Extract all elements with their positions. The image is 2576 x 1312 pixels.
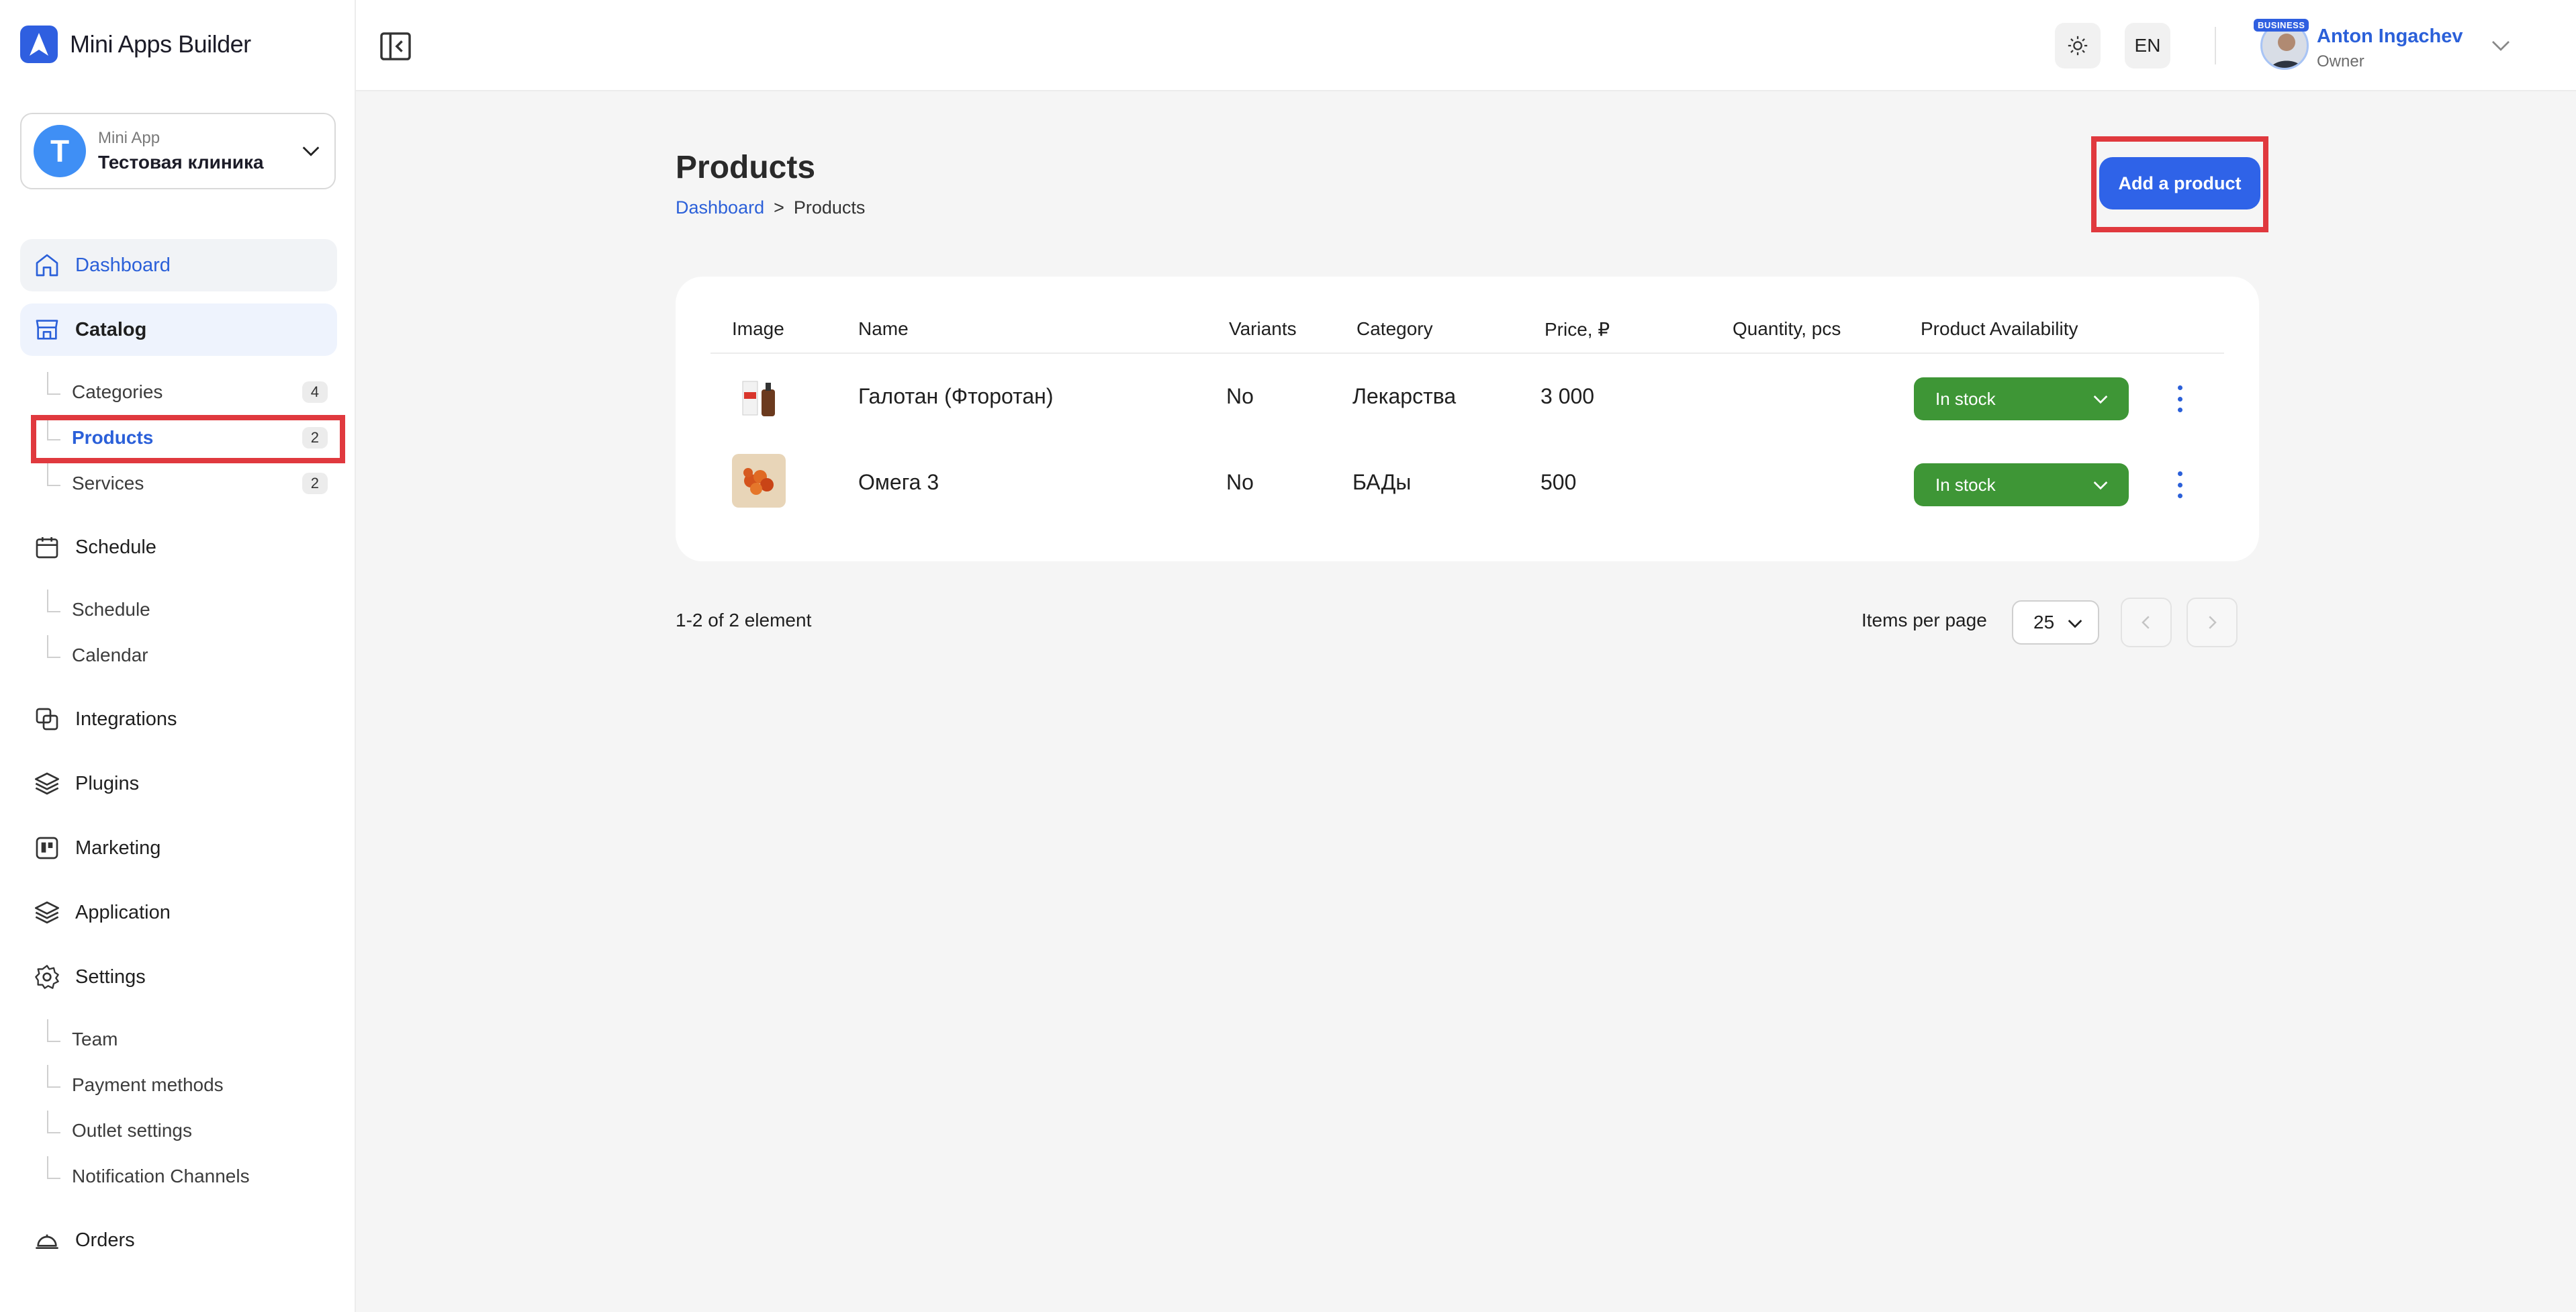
sidebar-item-schedule[interactable]: Schedule xyxy=(39,590,328,630)
divider xyxy=(2215,27,2216,64)
language-button[interactable]: EN xyxy=(2125,23,2170,68)
chevron-right-icon xyxy=(2209,616,2217,629)
column-header-variants: Variants xyxy=(1229,318,1297,339)
product-variants: No xyxy=(1226,384,1254,408)
breadcrumb-dashboard-link[interactable]: Dashboard xyxy=(676,197,764,218)
sun-icon xyxy=(2068,36,2088,56)
product-name[interactable]: Омега 3 xyxy=(858,470,939,495)
board-icon xyxy=(32,833,62,863)
nav-catalog[interactable]: Catalog xyxy=(20,303,337,356)
column-header-quantity: Quantity, pcs xyxy=(1733,318,1841,339)
user-name[interactable]: Anton Ingachev xyxy=(2317,26,2463,48)
breadcrumb-separator: > xyxy=(774,197,784,218)
row-actions-menu-icon[interactable] xyxy=(2172,385,2188,412)
sidebar-item-team[interactable]: Team xyxy=(39,1019,328,1060)
app-kind: Mini App xyxy=(98,129,160,147)
product-image[interactable] xyxy=(732,454,786,508)
nav-plugins[interactable]: Plugins xyxy=(20,757,337,810)
previous-page-button[interactable] xyxy=(2121,598,2172,647)
sidebar-item-outlet-settings[interactable]: Outlet settings xyxy=(39,1111,328,1151)
nav-dashboard[interactable]: Dashboard xyxy=(20,239,337,291)
calendar-icon xyxy=(32,532,62,562)
app-name: Тестовая клиника xyxy=(98,152,264,173)
divider xyxy=(710,353,2224,354)
nav-application[interactable]: Application xyxy=(20,886,337,939)
nav-marketing[interactable]: Marketing xyxy=(20,822,337,874)
theme-toggle-button[interactable] xyxy=(2055,23,2101,68)
chevron-down-icon xyxy=(2068,620,2082,628)
product-image[interactable] xyxy=(732,372,786,426)
breadcrumb-current: Products xyxy=(793,197,866,218)
product-category: БАДы xyxy=(1352,470,1412,494)
next-page-button[interactable] xyxy=(2187,598,2238,647)
row-actions-menu-icon[interactable] xyxy=(2172,471,2188,498)
nav-settings[interactable]: Settings xyxy=(20,951,337,1003)
product-category: Лекарства xyxy=(1352,384,1457,408)
brand-name: Mini Apps Builder xyxy=(70,30,251,58)
column-header-price: Price, ₽ xyxy=(1545,319,1610,340)
column-header-name: Name xyxy=(858,318,909,339)
sidebar: Mini Apps Builder T Mini App Тестовая кл… xyxy=(0,0,356,1312)
chevron-down-icon xyxy=(2093,481,2108,490)
top-bar: EN BUSINESS Anton Ingachev Owner xyxy=(356,0,2576,91)
count-badge: 2 xyxy=(302,473,328,494)
chevron-down-icon xyxy=(302,146,320,156)
brand-logo[interactable]: Mini Apps Builder xyxy=(20,26,251,63)
sidebar-item-payment-methods[interactable]: Payment methods xyxy=(39,1065,328,1105)
column-header-availability: Product Availability xyxy=(1921,318,2078,339)
gear-icon xyxy=(32,962,62,992)
add-product-button[interactable]: Add a product xyxy=(2099,157,2260,209)
logo-icon xyxy=(20,26,58,63)
home-icon xyxy=(32,250,62,280)
page-title: Products xyxy=(676,150,816,185)
availability-select[interactable]: In stock xyxy=(1914,377,2129,420)
sidebar-item-notification-channels[interactable]: Notification Channels xyxy=(39,1156,328,1197)
products-table: Image Name Variants Category Price, ₽ Qu… xyxy=(676,277,2259,561)
sidebar-item-categories[interactable]: Categories 4 xyxy=(39,372,328,412)
items-per-page-select[interactable]: 25 xyxy=(2012,600,2099,645)
availability-select[interactable]: In stock xyxy=(1914,463,2129,506)
nav-orders[interactable]: Orders xyxy=(20,1214,337,1266)
column-header-category: Category xyxy=(1356,318,1433,339)
sidebar-item-calendar[interactable]: Calendar xyxy=(39,635,328,675)
chevron-left-icon xyxy=(2142,616,2150,629)
nav-schedule[interactable]: Schedule xyxy=(20,521,337,573)
business-badge: BUSINESS xyxy=(2254,19,2309,32)
integrations-icon xyxy=(32,704,62,734)
highlight-box-products xyxy=(31,415,345,463)
column-header-image: Image xyxy=(732,318,784,339)
product-price: 500 xyxy=(1540,470,1577,494)
chevron-down-icon[interactable] xyxy=(2489,34,2513,58)
app-switcher[interactable]: T Mini App Тестовая клиника xyxy=(20,113,336,189)
pagination-summary: 1-2 of 2 element xyxy=(676,610,812,630)
items-per-page-label: Items per page xyxy=(1861,610,1987,630)
layers-icon xyxy=(32,769,62,798)
user-role: Owner xyxy=(2317,52,2364,71)
cloche-icon xyxy=(32,1225,62,1255)
count-badge: 4 xyxy=(302,381,328,403)
nav-dashboard-label: Dashboard xyxy=(75,254,171,276)
product-name[interactable]: Галотан (Фторотан) xyxy=(858,384,1054,409)
product-variants: No xyxy=(1226,470,1254,494)
breadcrumb: Dashboard > Products xyxy=(676,197,865,218)
store-icon xyxy=(32,315,62,344)
sidebar-item-services[interactable]: Services 2 xyxy=(39,463,328,504)
app-avatar: T xyxy=(34,125,86,177)
chevron-down-icon xyxy=(2093,395,2108,404)
stack-icon xyxy=(32,898,62,927)
nav-catalog-label: Catalog xyxy=(75,318,147,340)
nav-integrations[interactable]: Integrations xyxy=(20,693,337,745)
product-price: 3 000 xyxy=(1540,384,1595,408)
collapse-sidebar-icon[interactable] xyxy=(380,32,411,60)
